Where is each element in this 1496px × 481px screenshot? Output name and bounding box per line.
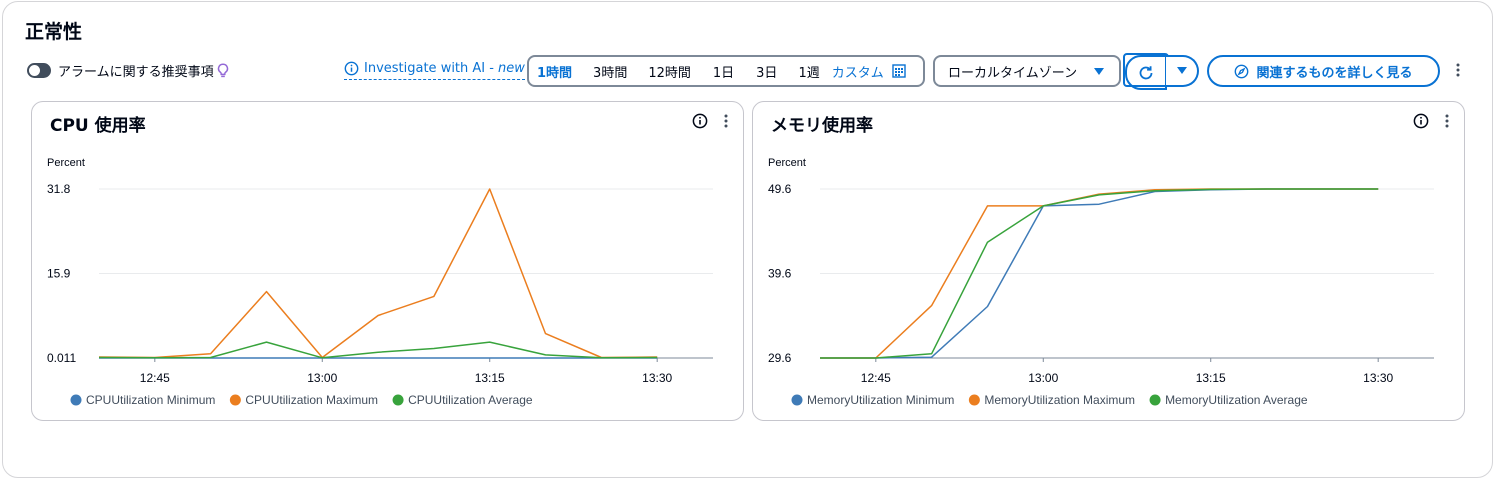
x-tick-label: 13:00 [1028,371,1058,385]
legend-swatch [229,394,241,406]
legend-item[interactable]: CPUUtilization Maximum [229,393,378,407]
time-range-custom[interactable]: カスタム [832,62,906,81]
time-range-3d[interactable]: 3日 [756,62,777,81]
more-options-icon[interactable] [723,113,729,133]
alarm-recommendations-toggle-group: アラームに関する推奨事項 [27,61,229,80]
legend-label: CPUUtilization Average [408,393,533,407]
x-tick-label: 13:15 [475,371,505,385]
compass-icon [1235,64,1249,78]
legend-item[interactable]: MemoryUtilization Maximum [968,393,1135,407]
new-badge: new [497,61,525,76]
cpu-utilization-widget: Percent 31.8 15.9 0.011 12:45 13:00 13:15 13:30… [31,101,744,421]
y-tick-label: 31.8 [47,182,71,196]
time-range-selector: 1時間 3時間 12時間 1日 3日 1週 カスタム [527,55,925,87]
page-title: 正常性 [25,21,83,43]
timezone-value: ローカルタイムゾーン [948,65,1078,81]
x-tick-label: 13:30 [642,371,672,385]
cpu-utilization-chart: Percent 31.8 15.9 0.011 12:45 13:00 13:15 13:30… [47,157,713,407]
custom-label: カスタム [831,65,884,81]
x-tick-label: 12:45 [861,371,891,385]
calendar-icon [892,64,906,78]
legend-label: MemoryUtilization Maximum [984,393,1135,407]
y-tick-label: 29.6 [768,351,792,365]
x-tick-label: 13:30 [1363,371,1393,385]
explore-related-label: 関連するものを詳しく見る [1256,65,1413,81]
time-range-1w[interactable]: 1週 [798,62,819,81]
legend-swatch [70,394,82,406]
refresh-button[interactable] [1123,53,1169,90]
legend-item[interactable]: MemoryUtilization Minimum [791,393,955,407]
alarm-recommendations-label: アラームに関する推奨事項 [58,65,214,80]
legend-swatch [1149,394,1161,406]
legend-label: MemoryUtilization Average [1165,393,1308,407]
caret-down-icon [1094,68,1104,75]
x-tick-label: 13:00 [307,371,337,385]
lightbulb-icon [217,62,229,79]
y-tick-label: 49.6 [768,182,792,196]
refresh-icon [1139,65,1153,79]
x-tick-label: 13:15 [1196,371,1226,385]
time-range-12h[interactable]: 12時間 [648,62,691,81]
widget-title-memory: メモリ使用率 [771,116,873,136]
investigate-with-ai-link[interactable]: Investigate with AI - new [344,61,525,80]
legend-label: CPUUtilization Maximum [245,393,378,407]
y-tick-label: 39.6 [768,267,792,281]
legend-item[interactable]: CPUUtilization Minimum [70,393,216,407]
info-icon[interactable] [692,113,708,133]
legend-swatch [968,394,980,406]
investigate-with-ai-label: Investigate with AI - [364,61,494,76]
legend-item[interactable]: CPUUtilization Average [392,393,533,407]
toggle-knob [29,65,40,76]
timezone-select[interactable]: ローカルタイムゾーン [933,55,1121,87]
y-tick-label: 15.9 [47,267,71,281]
x-tick-label: 12:45 [140,371,170,385]
info-icon [344,61,359,76]
time-range-1h[interactable]: 1時間 [537,62,572,81]
explore-related-button[interactable]: 関連するものを詳しく見る [1207,55,1440,87]
caret-down-icon [1176,67,1187,74]
legend-label: MemoryUtilization Minimum [807,393,954,407]
y-tick-label: 0.011 [47,351,76,365]
more-options-icon[interactable] [1444,113,1450,133]
time-range-1d[interactable]: 1日 [713,62,734,81]
more-options-icon[interactable] [1455,62,1461,82]
legend-swatch [791,394,803,406]
time-range-3h[interactable]: 3時間 [593,62,627,81]
alarm-recommendations-toggle[interactable] [27,63,51,78]
y-axis-unit-label: Percent [768,157,806,169]
memory-utilization-chart: Percent 49.6 39.6 29.6 12:45 13:00 13:15 13:30 M… [768,157,1434,407]
legend-swatch [392,394,404,406]
widget-title-cpu: CPU 使用率 [50,116,146,136]
y-axis-unit-label: Percent [47,157,85,169]
refresh-interval-dropdown[interactable] [1166,55,1199,87]
info-icon[interactable] [1413,113,1429,133]
legend-item[interactable]: MemoryUtilization Average [1149,393,1308,407]
memory-utilization-widget: Percent 49.6 39.6 29.6 12:45 13:00 13:15 13:30 M… [752,101,1465,421]
legend-label: CPUUtilization Minimum [86,393,215,407]
